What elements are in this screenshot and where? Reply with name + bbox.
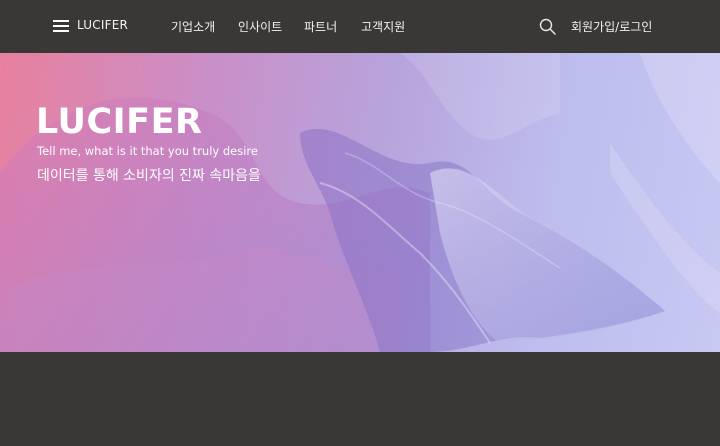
- hero-tagline: Tell me, what is it that you truly desir…: [37, 144, 258, 158]
- nav-item-insight[interactable]: 인사이트: [238, 18, 282, 35]
- brand-logo[interactable]: LUCIFER: [77, 18, 128, 32]
- hamburger-menu-icon[interactable]: [53, 19, 69, 33]
- top-navigation-bar: LUCIFER 기업소개 인사이트 파트너 고객지원 회원가입/로그인: [0, 0, 720, 53]
- hero-subtitle: 데이터를 통해 소비자의 진짜 속마음을: [37, 168, 261, 184]
- nav-item-company[interactable]: 기업소개: [171, 18, 215, 35]
- signup-login-link[interactable]: 회원가입/로그인: [571, 18, 652, 35]
- hero-background-art: [0, 53, 720, 352]
- hero-title: LUCIFER: [36, 102, 203, 142]
- nav-item-partner[interactable]: 파트너: [304, 18, 337, 35]
- search-icon[interactable]: [539, 18, 556, 35]
- hero-banner: LUCIFER Tell me, what is it that you tru…: [0, 53, 720, 352]
- nav-item-support[interactable]: 고객지원: [361, 18, 405, 35]
